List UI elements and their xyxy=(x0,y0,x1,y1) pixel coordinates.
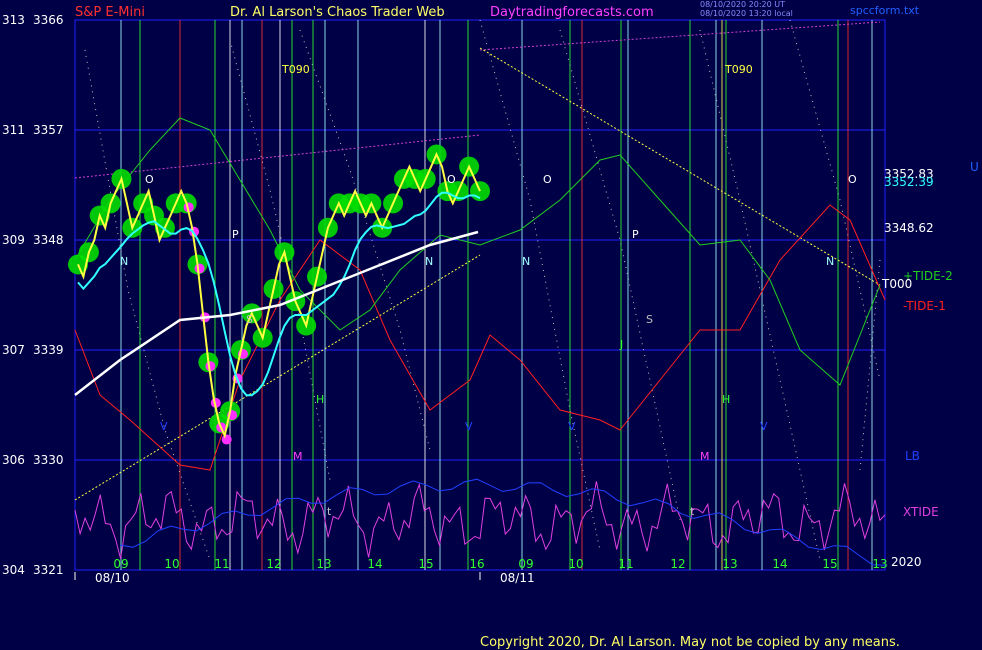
cycle-marker-label: t xyxy=(690,505,695,518)
pivot-dot xyxy=(194,263,205,274)
cycle-marker-label: H xyxy=(316,393,324,406)
x-hour-label: 11 xyxy=(618,557,633,571)
instrument-title: S&P E-Mini xyxy=(75,5,145,20)
timestamp: 08/10/2020 20:20 UT 08/10/2020 13:20 loc… xyxy=(700,0,793,18)
cycle-marker-label: P xyxy=(632,228,639,241)
site-link[interactable]: Daytradingforecasts.com xyxy=(490,5,654,20)
cycle-marker-label: V xyxy=(568,420,576,433)
corner-mark: U xyxy=(970,160,979,174)
cycle-marker-label: O xyxy=(543,173,552,186)
x-hour-label: 13 xyxy=(722,557,737,571)
x-hour-label: 10 xyxy=(164,557,179,571)
y-label-price: 3330 xyxy=(33,453,64,467)
dotted-cycle-line xyxy=(789,19,881,381)
cycle-marker-label: T090 xyxy=(724,63,753,76)
level-label-3352-39: 3352.39 xyxy=(884,175,934,189)
x-hour-label: 13 xyxy=(316,557,331,571)
cycle-marker-label: V xyxy=(760,420,768,433)
dotted-cycle-line xyxy=(559,29,681,521)
x-hour-label: 12 xyxy=(670,557,685,571)
cycle-marker-label: N xyxy=(425,255,433,268)
timestamp-line-1: 08/10/2020 20:20 UT xyxy=(700,0,785,9)
x-hour-label: 09 xyxy=(113,557,128,571)
x-hour-label: 15 xyxy=(418,557,433,571)
series-label-tide1: -TIDE-1 xyxy=(903,299,946,313)
series-label-xtide: XTIDE xyxy=(903,505,939,519)
x-hour-label: 10 xyxy=(568,557,583,571)
year-label: 2020 xyxy=(891,555,922,569)
cycle-marker-label: S xyxy=(646,313,653,326)
cycle-marker-label: t xyxy=(327,505,332,518)
chart-svg: 313 3366 311 3357 309 3348 307 3339 306 3330 304 33… xyxy=(2,13,953,585)
cycle-marker-label: O xyxy=(848,173,857,186)
series-label-lb: LB xyxy=(905,449,920,463)
x-hour-label: 12 xyxy=(266,557,281,571)
x-hour-label: 14 xyxy=(772,557,787,571)
y-label-price: 3339 xyxy=(33,343,64,357)
cycle-marker-label: O xyxy=(447,173,456,186)
y-label-left: 306 xyxy=(2,453,25,467)
source-file: spccform.txt xyxy=(850,4,920,17)
timestamp-line-2: 08/10/2020 13:20 local xyxy=(700,9,793,18)
cycle-marker-label: N xyxy=(120,255,128,268)
x-hour-label: 16 xyxy=(469,557,484,571)
x-hour-label: 14 xyxy=(367,557,382,571)
cycle-marker-label: N xyxy=(522,255,530,268)
author-title: Dr. Al Larson's Chaos Trader Web xyxy=(230,5,445,20)
series-lb xyxy=(119,478,886,566)
cycle-marker-label: S xyxy=(246,313,253,326)
channel-top-right xyxy=(479,21,881,51)
dotted-cycle-line xyxy=(84,49,211,561)
x-date-label: 08/10 xyxy=(95,571,130,585)
trendline-down xyxy=(479,47,881,286)
cycle-marker-label: N xyxy=(826,255,834,268)
cycle-marker-label: P xyxy=(232,228,239,241)
cycle-marker-label: T090 xyxy=(281,63,310,76)
cycle-marker-label: O xyxy=(145,173,154,186)
x-hour-label: 11 xyxy=(214,557,229,571)
pivot-dot xyxy=(221,434,232,445)
y-label-left: 313 xyxy=(2,13,25,27)
plot-frame xyxy=(74,19,886,571)
cycle-marker-label: V xyxy=(160,420,168,433)
cycle-marker-label: V xyxy=(465,420,473,433)
cycle-marker-label: H xyxy=(722,393,730,406)
x-hour-label: 09 xyxy=(518,557,533,571)
y-label-left: 311 xyxy=(2,123,25,137)
y-label-price: 3321 xyxy=(33,563,64,577)
series-xtide xyxy=(74,481,886,559)
y-label-left: 309 xyxy=(2,233,25,247)
cycle-marker-label: M xyxy=(293,450,303,463)
y-label-price: 3357 xyxy=(33,123,64,137)
x-date-label: 08/11 xyxy=(500,571,535,585)
copyright: Copyright 2020, Dr. Al Larson. May not b… xyxy=(480,635,900,650)
x-hour-label: 15 xyxy=(822,557,837,571)
y-label-price: 3348 xyxy=(33,233,64,247)
y-label-left: 307 xyxy=(2,343,25,357)
cycle-marker-label: M xyxy=(700,450,710,463)
y-label-left: 304 xyxy=(2,563,25,577)
y-label-price: 3366 xyxy=(33,13,64,27)
cycle-marker-label: J xyxy=(619,338,623,351)
series-label-t000: T000 xyxy=(881,277,912,291)
level-label-3348-62: 3348.62 xyxy=(884,221,934,235)
x-hour-label: 13 xyxy=(872,557,887,571)
